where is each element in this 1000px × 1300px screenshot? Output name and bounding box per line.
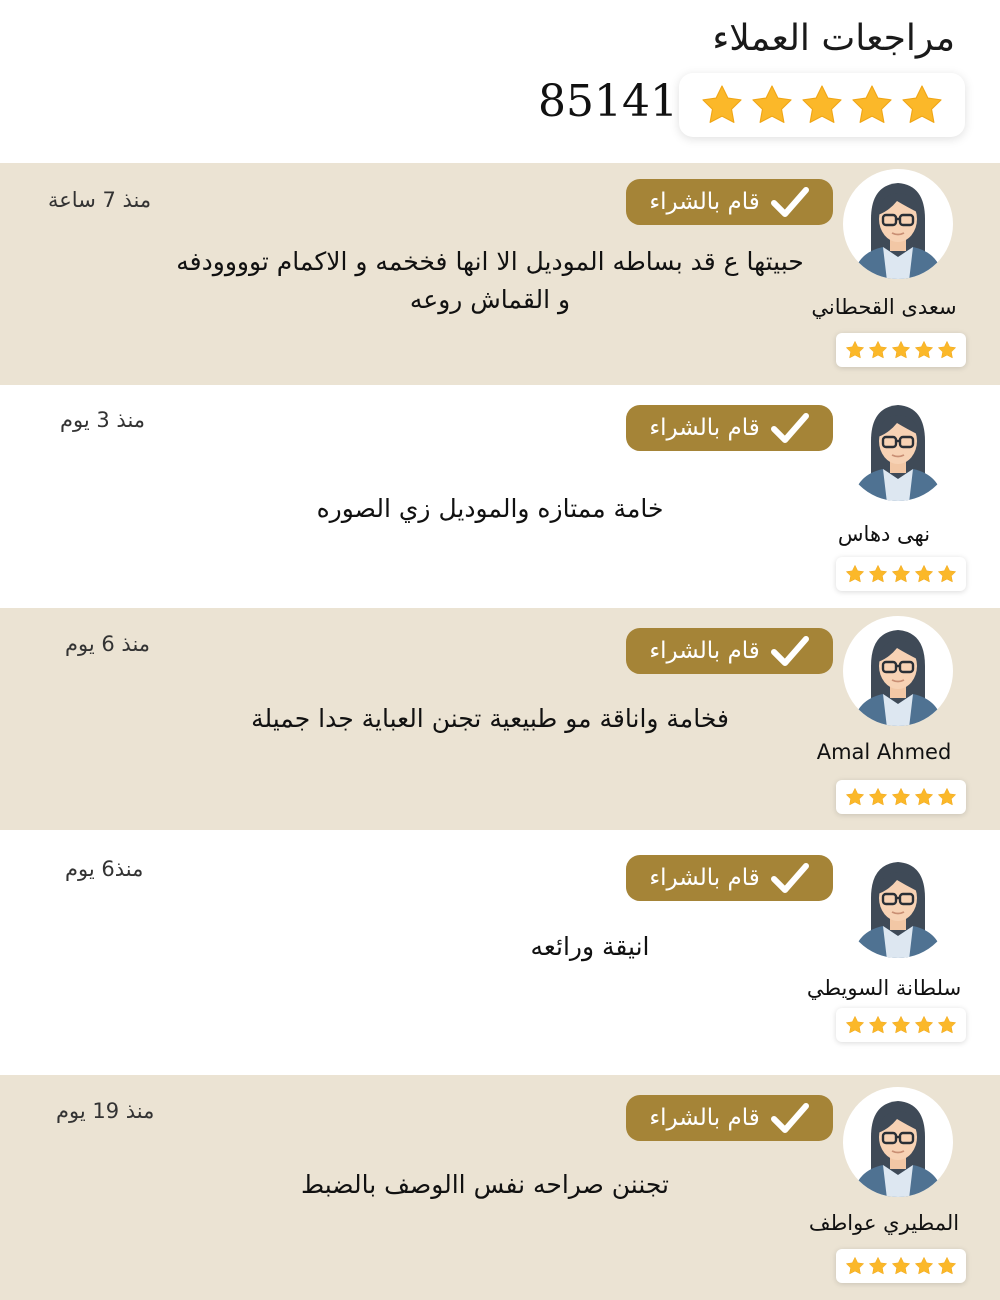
review-time: منذ 19 يوم bbox=[56, 1099, 155, 1123]
review-time: منذ6 يوم bbox=[65, 857, 144, 881]
review-card: قام بالشراء منذ6 يوم انيقة ورائعه سلطانة… bbox=[0, 830, 1000, 1075]
verified-purchase-badge: قام بالشراء bbox=[626, 179, 833, 225]
verified-purchase-badge: قام بالشراء bbox=[626, 855, 833, 901]
review-card: قام بالشراء منذ 6 يوم فخامة واناقة مو طب… bbox=[0, 608, 1000, 830]
star-icon bbox=[868, 1256, 888, 1276]
total-review-count: 85141 bbox=[538, 76, 678, 127]
check-icon bbox=[770, 411, 810, 445]
avatar bbox=[843, 391, 953, 501]
star-icon bbox=[750, 83, 794, 127]
star-icon bbox=[800, 83, 844, 127]
star-icon bbox=[914, 787, 934, 807]
badge-label: قام بالشراء bbox=[649, 638, 760, 664]
star-icon bbox=[891, 787, 911, 807]
badge-label: قام بالشراء bbox=[649, 189, 760, 215]
star-icon bbox=[868, 564, 888, 584]
reviewer-name: سعدى القحطاني bbox=[811, 295, 957, 319]
star-icon bbox=[845, 340, 865, 360]
review-text: خامة ممتازه والموديل زي الصوره bbox=[316, 494, 664, 523]
star-icon bbox=[891, 1256, 911, 1276]
star-icon bbox=[937, 1015, 957, 1035]
check-icon bbox=[770, 185, 810, 219]
overall-rating bbox=[679, 73, 965, 137]
review-text: انيقة ورائعه bbox=[530, 932, 650, 961]
review-text: حبيتها ع قد بساطه الموديل الا انها فخخمه… bbox=[176, 247, 804, 314]
review-stars bbox=[836, 1249, 966, 1283]
star-icon bbox=[845, 1256, 865, 1276]
reviewer-name: سلطانة السويطي bbox=[806, 976, 962, 1000]
reviewer-name: المطيري عواطف bbox=[808, 1211, 960, 1235]
review-card: قام بالشراء منذ 7 ساعة حبيتها ع قد بساطه… bbox=[0, 163, 1000, 385]
reviewer-name: Amal Ahmed bbox=[816, 740, 952, 764]
star-icon bbox=[891, 340, 911, 360]
verified-purchase-badge: قام بالشراء bbox=[626, 628, 833, 674]
reviewer-name: نهى دهاس bbox=[837, 522, 931, 546]
review-stars bbox=[836, 1008, 966, 1042]
star-icon bbox=[868, 1015, 888, 1035]
star-icon bbox=[850, 83, 894, 127]
star-icon bbox=[914, 1015, 934, 1035]
check-icon bbox=[770, 1101, 810, 1135]
star-icon bbox=[868, 340, 888, 360]
review-time: منذ 7 ساعة bbox=[48, 188, 152, 212]
badge-label: قام بالشراء bbox=[649, 865, 760, 891]
avatar bbox=[843, 169, 953, 279]
page-title: مراجعات العملاء bbox=[712, 18, 955, 59]
avatar bbox=[843, 616, 953, 726]
review-stars bbox=[836, 333, 966, 367]
star-icon bbox=[700, 83, 744, 127]
check-icon bbox=[770, 861, 810, 895]
star-icon bbox=[891, 564, 911, 584]
avatar bbox=[843, 1087, 953, 1197]
verified-purchase-badge: قام بالشراء bbox=[626, 1095, 833, 1141]
verified-purchase-badge: قام بالشراء bbox=[626, 405, 833, 451]
star-icon bbox=[937, 564, 957, 584]
review-text: تجننن صراحه نفس االوصف بالضبط bbox=[301, 1170, 669, 1199]
review-card: قام بالشراء منذ 19 يوم تجننن صراحه نفس ا… bbox=[0, 1075, 1000, 1300]
star-icon bbox=[937, 340, 957, 360]
star-icon bbox=[845, 787, 865, 807]
star-icon bbox=[868, 787, 888, 807]
review-stars bbox=[836, 780, 966, 814]
star-icon bbox=[914, 340, 934, 360]
star-icon bbox=[845, 1015, 865, 1035]
review-text: فخامة واناقة مو طبيعية تجنن العباية جدا … bbox=[251, 704, 729, 733]
star-icon bbox=[900, 83, 944, 127]
star-icon bbox=[937, 1256, 957, 1276]
review-stars bbox=[836, 557, 966, 591]
star-icon bbox=[891, 1015, 911, 1035]
avatar bbox=[843, 848, 953, 958]
star-icon bbox=[845, 564, 865, 584]
badge-label: قام بالشراء bbox=[649, 415, 760, 441]
review-time: منذ 3 يوم bbox=[60, 408, 146, 432]
review-time: منذ 6 يوم bbox=[65, 632, 151, 656]
star-icon bbox=[937, 787, 957, 807]
badge-label: قام بالشراء bbox=[649, 1105, 760, 1131]
check-icon bbox=[770, 634, 810, 668]
star-icon bbox=[914, 1256, 934, 1276]
star-icon bbox=[914, 564, 934, 584]
review-card: قام بالشراء منذ 3 يوم خامة ممتازه والمود… bbox=[0, 385, 1000, 607]
